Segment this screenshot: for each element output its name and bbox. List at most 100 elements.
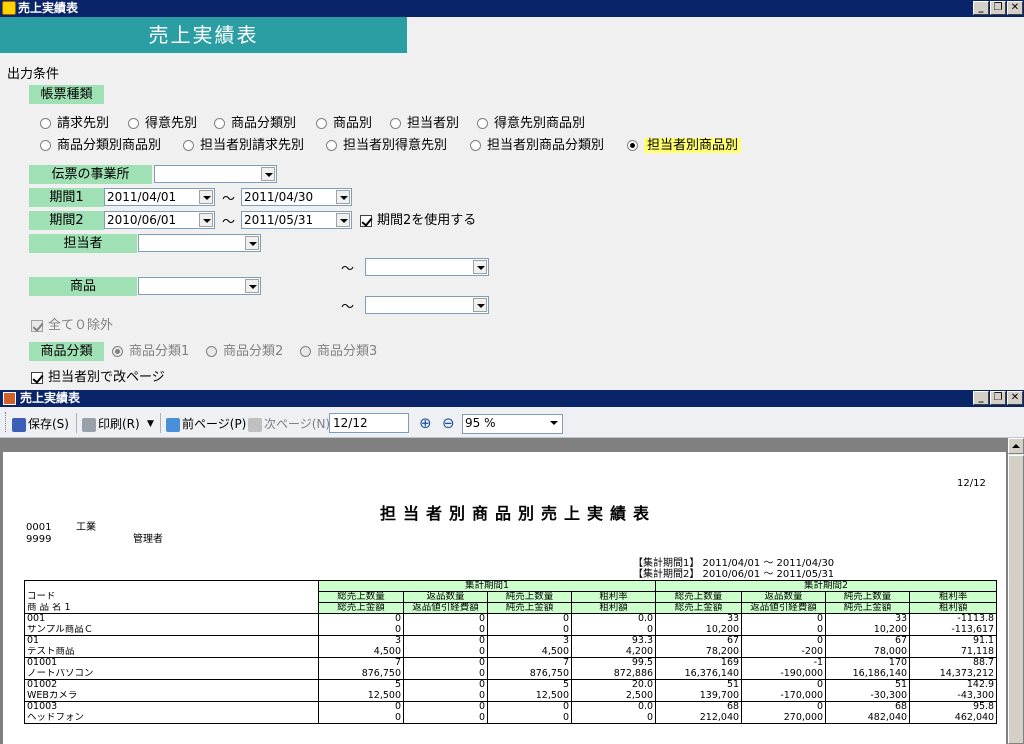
radio-icon [300, 346, 311, 357]
radio-report-type-10[interactable]: 担当者別商品分類別 [470, 138, 604, 154]
radio-icon [326, 140, 337, 151]
radio-report-type-9[interactable]: 担当者別得意先別 [326, 138, 447, 154]
radio-report-type-11[interactable]: 担当者別商品別 [627, 138, 742, 154]
row-value: 482,040 [825, 712, 911, 724]
zoom-in-icon[interactable]: ⊕ [419, 415, 432, 431]
scroll-up-icon[interactable] [1008, 438, 1024, 454]
viewer-title-bar: 売上実績表 _ ❐ ✕ [0, 390, 1024, 407]
period2-from-date[interactable]: 2010/06/01 [104, 211, 215, 229]
viewer-title: 売上実績表 [20, 391, 81, 405]
row-value: 0 [487, 712, 572, 724]
header-cell: 粗利額 [570, 602, 657, 614]
chevron-down-icon[interactable] [473, 260, 487, 274]
row-value: 7 [487, 657, 572, 669]
office-select[interactable] [154, 165, 277, 183]
radio-report-type-1[interactable]: 請求先別 [40, 116, 109, 132]
chevron-down-icon[interactable] [473, 298, 487, 312]
scroll-thumb[interactable] [1008, 455, 1024, 744]
zoom-select[interactable]: 95 % [462, 414, 563, 434]
row-value: 0 [403, 635, 488, 647]
period1-to-date[interactable]: 2011/04/30 [241, 188, 352, 206]
radio-report-type-5[interactable]: 担当者別 [390, 116, 459, 132]
zoom-out-icon[interactable]: ⊖ [442, 415, 455, 431]
toolbar-separator [160, 413, 161, 433]
row-value: 93.3 [570, 635, 657, 647]
row-value: 71,118 [909, 646, 997, 658]
exclude-zero-checkbox[interactable]: 全て０除外 [31, 318, 113, 334]
next-page-button[interactable]: 次ページ(N) [248, 416, 330, 432]
report-table: 集計期間1 集計期間2 コード 総売上数量 返品数量 純売上数量 粗利率 総売上数量 返品… [24, 580, 997, 724]
prev-page-button[interactable]: 前ページ(P) [166, 416, 246, 432]
row-value: 4,500 [318, 646, 404, 658]
print-button[interactable]: 印刷(R) [82, 416, 140, 432]
tilde-separator: 〜 [222, 192, 236, 207]
row-value: 10,200 [655, 624, 743, 636]
header-group-period2: 集計期間2 [655, 580, 997, 592]
use-period2-checkbox[interactable]: 期間2を使用する [360, 213, 476, 229]
save-icon [12, 417, 26, 432]
page-number-input[interactable]: 12/12 [329, 413, 409, 433]
report-company-code: 0001 [26, 522, 52, 533]
radio-icon [40, 118, 51, 129]
radio-report-type-2[interactable]: 得意先別 [128, 116, 197, 132]
header-cell: 総売上数量 [318, 591, 404, 603]
row-value: 0 [741, 613, 827, 625]
table-row: 01002 5 0 5 20.0 51 0 51 142.9 [24, 679, 997, 691]
radio-category-3[interactable]: 商品分類3 [300, 344, 377, 360]
row-product-name: ヘッドフォン [24, 712, 319, 724]
restore-icon[interactable]: ❐ [990, 1, 1006, 15]
radio-category-2[interactable]: 商品分類2 [206, 344, 283, 360]
header-blank [24, 580, 319, 592]
row-code: 01003 [24, 701, 319, 713]
chevron-down-icon[interactable] [547, 416, 561, 430]
radio-icon [183, 140, 194, 151]
restore-icon[interactable]: ❐ [990, 391, 1006, 405]
save-button[interactable]: 保存(S) [12, 416, 69, 432]
chevron-down-icon[interactable] [336, 190, 350, 204]
chevron-down-icon[interactable] [199, 213, 213, 227]
next-page-icon [248, 417, 262, 432]
chevron-down-icon[interactable] [245, 279, 259, 293]
chevron-down-icon[interactable] [245, 236, 259, 250]
row-value: 78,200 [655, 646, 743, 658]
period2-to-date[interactable]: 2011/05/31 [241, 211, 352, 229]
checkbox-checked-icon [360, 214, 372, 227]
row-value: 0 [741, 624, 827, 636]
radio-category-1[interactable]: 商品分類1 [112, 344, 189, 360]
product-from-select[interactable] [138, 277, 261, 295]
chevron-down-icon[interactable] [336, 213, 350, 227]
minimize-icon[interactable]: _ [973, 391, 989, 405]
app-icon [2, 1, 16, 15]
row-value: 0 [318, 701, 404, 713]
report-type-label: 帳票種類 [29, 85, 104, 104]
radio-report-type-8[interactable]: 担当者別請求先別 [183, 138, 304, 154]
vertical-scrollbar[interactable] [1008, 438, 1024, 744]
minimize-icon[interactable]: _ [973, 1, 989, 15]
radio-icon [214, 118, 225, 129]
period1-from-date[interactable]: 2011/04/01 [104, 188, 215, 206]
tilde-separator: 〜 [222, 215, 236, 230]
row-value: 142.9 [909, 679, 997, 691]
row-value: 212,040 [655, 712, 743, 724]
close-icon[interactable]: ✕ [1007, 391, 1023, 405]
radio-report-type-7[interactable]: 商品分類別商品別 [40, 138, 161, 154]
radio-report-type-4[interactable]: 商品別 [316, 116, 372, 132]
print-dropdown-icon[interactable]: ▼ [147, 416, 154, 432]
product-to-select[interactable] [365, 296, 489, 314]
row-value: -43,300 [909, 690, 997, 702]
table-row: 01 3 0 3 93.3 67 0 67 91.1 [24, 635, 997, 647]
radio-report-type-3[interactable]: 商品分類別 [214, 116, 296, 132]
staff-to-select[interactable] [365, 258, 489, 276]
staff-from-select[interactable] [138, 234, 261, 252]
radio-report-type-6[interactable]: 得意先別商品別 [477, 116, 585, 132]
chevron-down-icon[interactable] [261, 167, 275, 181]
row-value: 0 [741, 701, 827, 713]
row-value: 0 [403, 657, 488, 669]
chevron-down-icon[interactable] [199, 190, 213, 204]
row-value: -190,000 [741, 668, 827, 680]
close-icon[interactable]: ✕ [1007, 1, 1023, 15]
radio-icon [470, 140, 481, 151]
radio-icon [128, 118, 139, 129]
checkbox-checked-icon [31, 319, 43, 332]
page-break-checkbox[interactable]: 担当者別で改ページ [31, 370, 165, 386]
